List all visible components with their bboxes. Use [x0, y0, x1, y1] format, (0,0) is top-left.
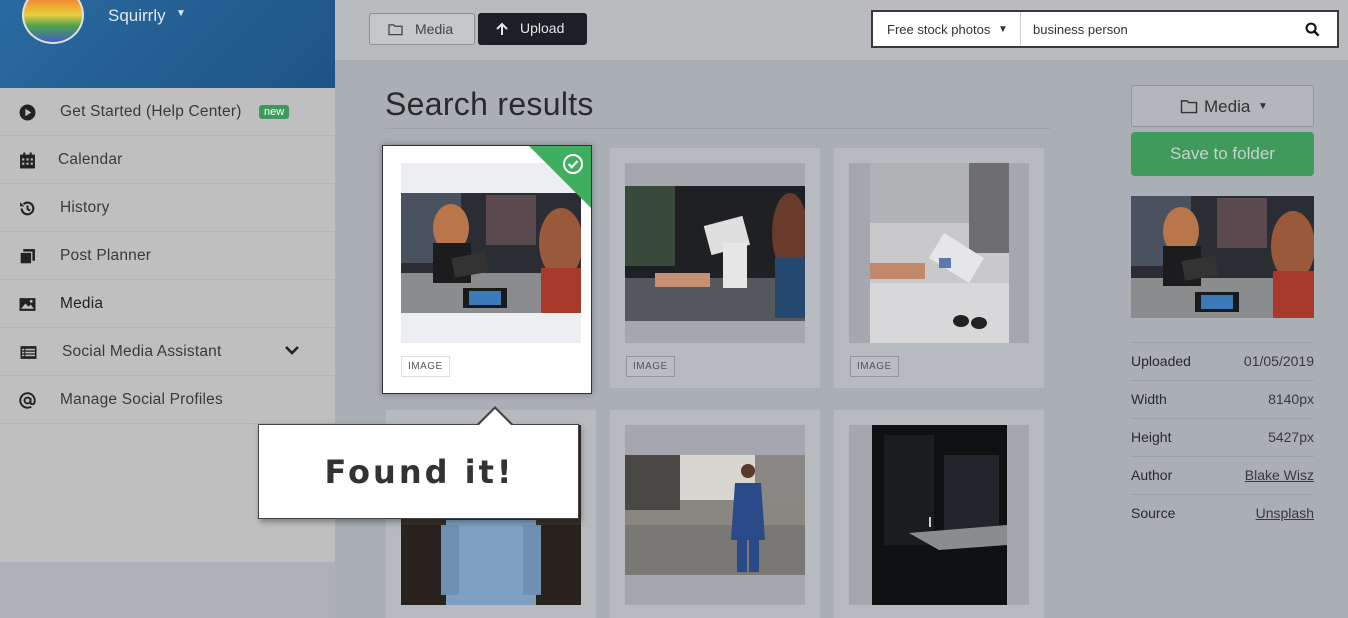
image-icon [19, 298, 36, 311]
save-to-folder-label: Save to folder [1170, 144, 1275, 163]
type-tag: IMAGE [850, 356, 899, 377]
type-tag: IMAGE [401, 356, 450, 377]
source-select-label: Free stock photos [887, 22, 991, 37]
detail-value: 01/05/2019 [1243, 353, 1314, 369]
sidebar-item-manage-social-profiles[interactable]: Manage Social Profiles [0, 376, 335, 424]
callout-pointer-fill [478, 409, 512, 426]
upload-button[interactable]: Upload [478, 13, 587, 45]
thumbnail [625, 425, 805, 605]
save-to-folder-button[interactable]: Save to folder [1131, 132, 1314, 176]
detail-value: 5427px [1268, 429, 1314, 445]
folder-select-label: Media [1204, 97, 1251, 116]
photo-pos-terminal [625, 186, 805, 321]
sidebar-item-media[interactable]: Media [0, 280, 335, 328]
result-card[interactable] [834, 410, 1044, 618]
folder-icon [1180, 100, 1198, 114]
divider [385, 128, 1050, 129]
sidebar-item-label: Post Planner [60, 247, 152, 264]
upload-button-label: Upload [520, 20, 565, 36]
history-icon [20, 201, 35, 216]
detail-key: Uploaded [1131, 353, 1191, 369]
result-card-selected[interactable]: IMAGE [382, 145, 592, 394]
photo-man-blue-suit [625, 455, 805, 575]
detail-row-uploaded: Uploaded 01/05/2019 [1131, 342, 1314, 380]
detail-row-source: Source Unsplash [1131, 494, 1314, 532]
thumbnail [849, 163, 1029, 343]
type-tag: IMAGE [626, 356, 675, 377]
detail-key: Height [1131, 429, 1172, 445]
photo-cashier-tablet-preview [1131, 196, 1314, 318]
calendar-icon [20, 152, 35, 169]
sidebar-footer [0, 562, 335, 618]
detail-row-author: Author Blake Wisz [1131, 456, 1314, 494]
search-bar: Free stock photos ▼ business person [871, 10, 1339, 48]
sidebar-item-label: Get Started (Help Center) [60, 103, 242, 120]
sidebar-item-post-planner[interactable]: Post Planner [0, 232, 335, 280]
check-circle-icon [563, 154, 583, 174]
avatar[interactable] [22, 0, 84, 44]
detail-value: 8140px [1268, 391, 1314, 407]
folder-select[interactable]: Media ▼ [1131, 85, 1314, 127]
sidebar-header: Squirrly ▼ [0, 0, 335, 88]
media-button-label: Media [415, 21, 454, 37]
arrow-up-icon [496, 22, 508, 35]
play-circle-icon [19, 104, 36, 121]
sidebar-item-get-started[interactable]: Get Started (Help Center) new [0, 88, 335, 136]
sidebar-item-history[interactable]: History [0, 184, 335, 232]
detail-key: Width [1131, 391, 1167, 407]
sidebar-item-label: Calendar [58, 151, 123, 168]
detail-row-width: Width 8140px [1131, 380, 1314, 418]
preview-image [1131, 196, 1314, 318]
list-icon [20, 346, 37, 359]
result-card[interactable]: IMAGE [834, 148, 1044, 388]
brand-name[interactable]: Squirrly [108, 6, 166, 26]
search-icon[interactable] [1305, 22, 1320, 37]
folder-icon [388, 24, 403, 36]
sidebar: Squirrly ▼ Get Started (Help Center) new… [0, 0, 335, 618]
callout: Found it! [258, 424, 579, 519]
thumbnail [625, 163, 805, 343]
result-card[interactable]: IMAGE [610, 148, 820, 388]
source-link[interactable]: Unsplash [1256, 505, 1314, 521]
sidebar-item-social-media-assistant[interactable]: Social Media Assistant [0, 328, 335, 376]
sidebar-item-label: Media [60, 295, 104, 312]
photo-dark-city-street [872, 425, 1007, 605]
source-select[interactable]: Free stock photos ▼ [873, 12, 1021, 46]
page-title: Search results [385, 86, 594, 122]
chevron-down-icon[interactable] [284, 342, 300, 358]
detail-key: Source [1131, 505, 1176, 521]
caret-down-icon[interactable]: ▼ [176, 8, 186, 19]
media-button[interactable]: Media [369, 13, 475, 45]
at-icon [19, 392, 36, 409]
sidebar-item-calendar[interactable]: Calendar [0, 136, 335, 184]
author-link[interactable]: Blake Wisz [1245, 467, 1314, 483]
new-badge: new [259, 105, 290, 119]
photo-card-payment [870, 163, 1009, 343]
result-card[interactable] [610, 410, 820, 618]
thumbnail [849, 425, 1029, 605]
stack-icon [19, 249, 35, 265]
sidebar-item-label: History [60, 199, 110, 216]
sidebar-item-label: Social Media Assistant [62, 343, 222, 360]
detail-key: Author [1131, 467, 1173, 483]
search-input[interactable]: business person [1033, 22, 1128, 37]
sidebar-item-label: Manage Social Profiles [60, 391, 223, 408]
caret-down-icon: ▼ [998, 24, 1008, 35]
caret-down-icon: ▼ [1258, 101, 1268, 112]
callout-text: Found it! [324, 453, 515, 491]
detail-row-height: Height 5427px [1131, 418, 1314, 456]
